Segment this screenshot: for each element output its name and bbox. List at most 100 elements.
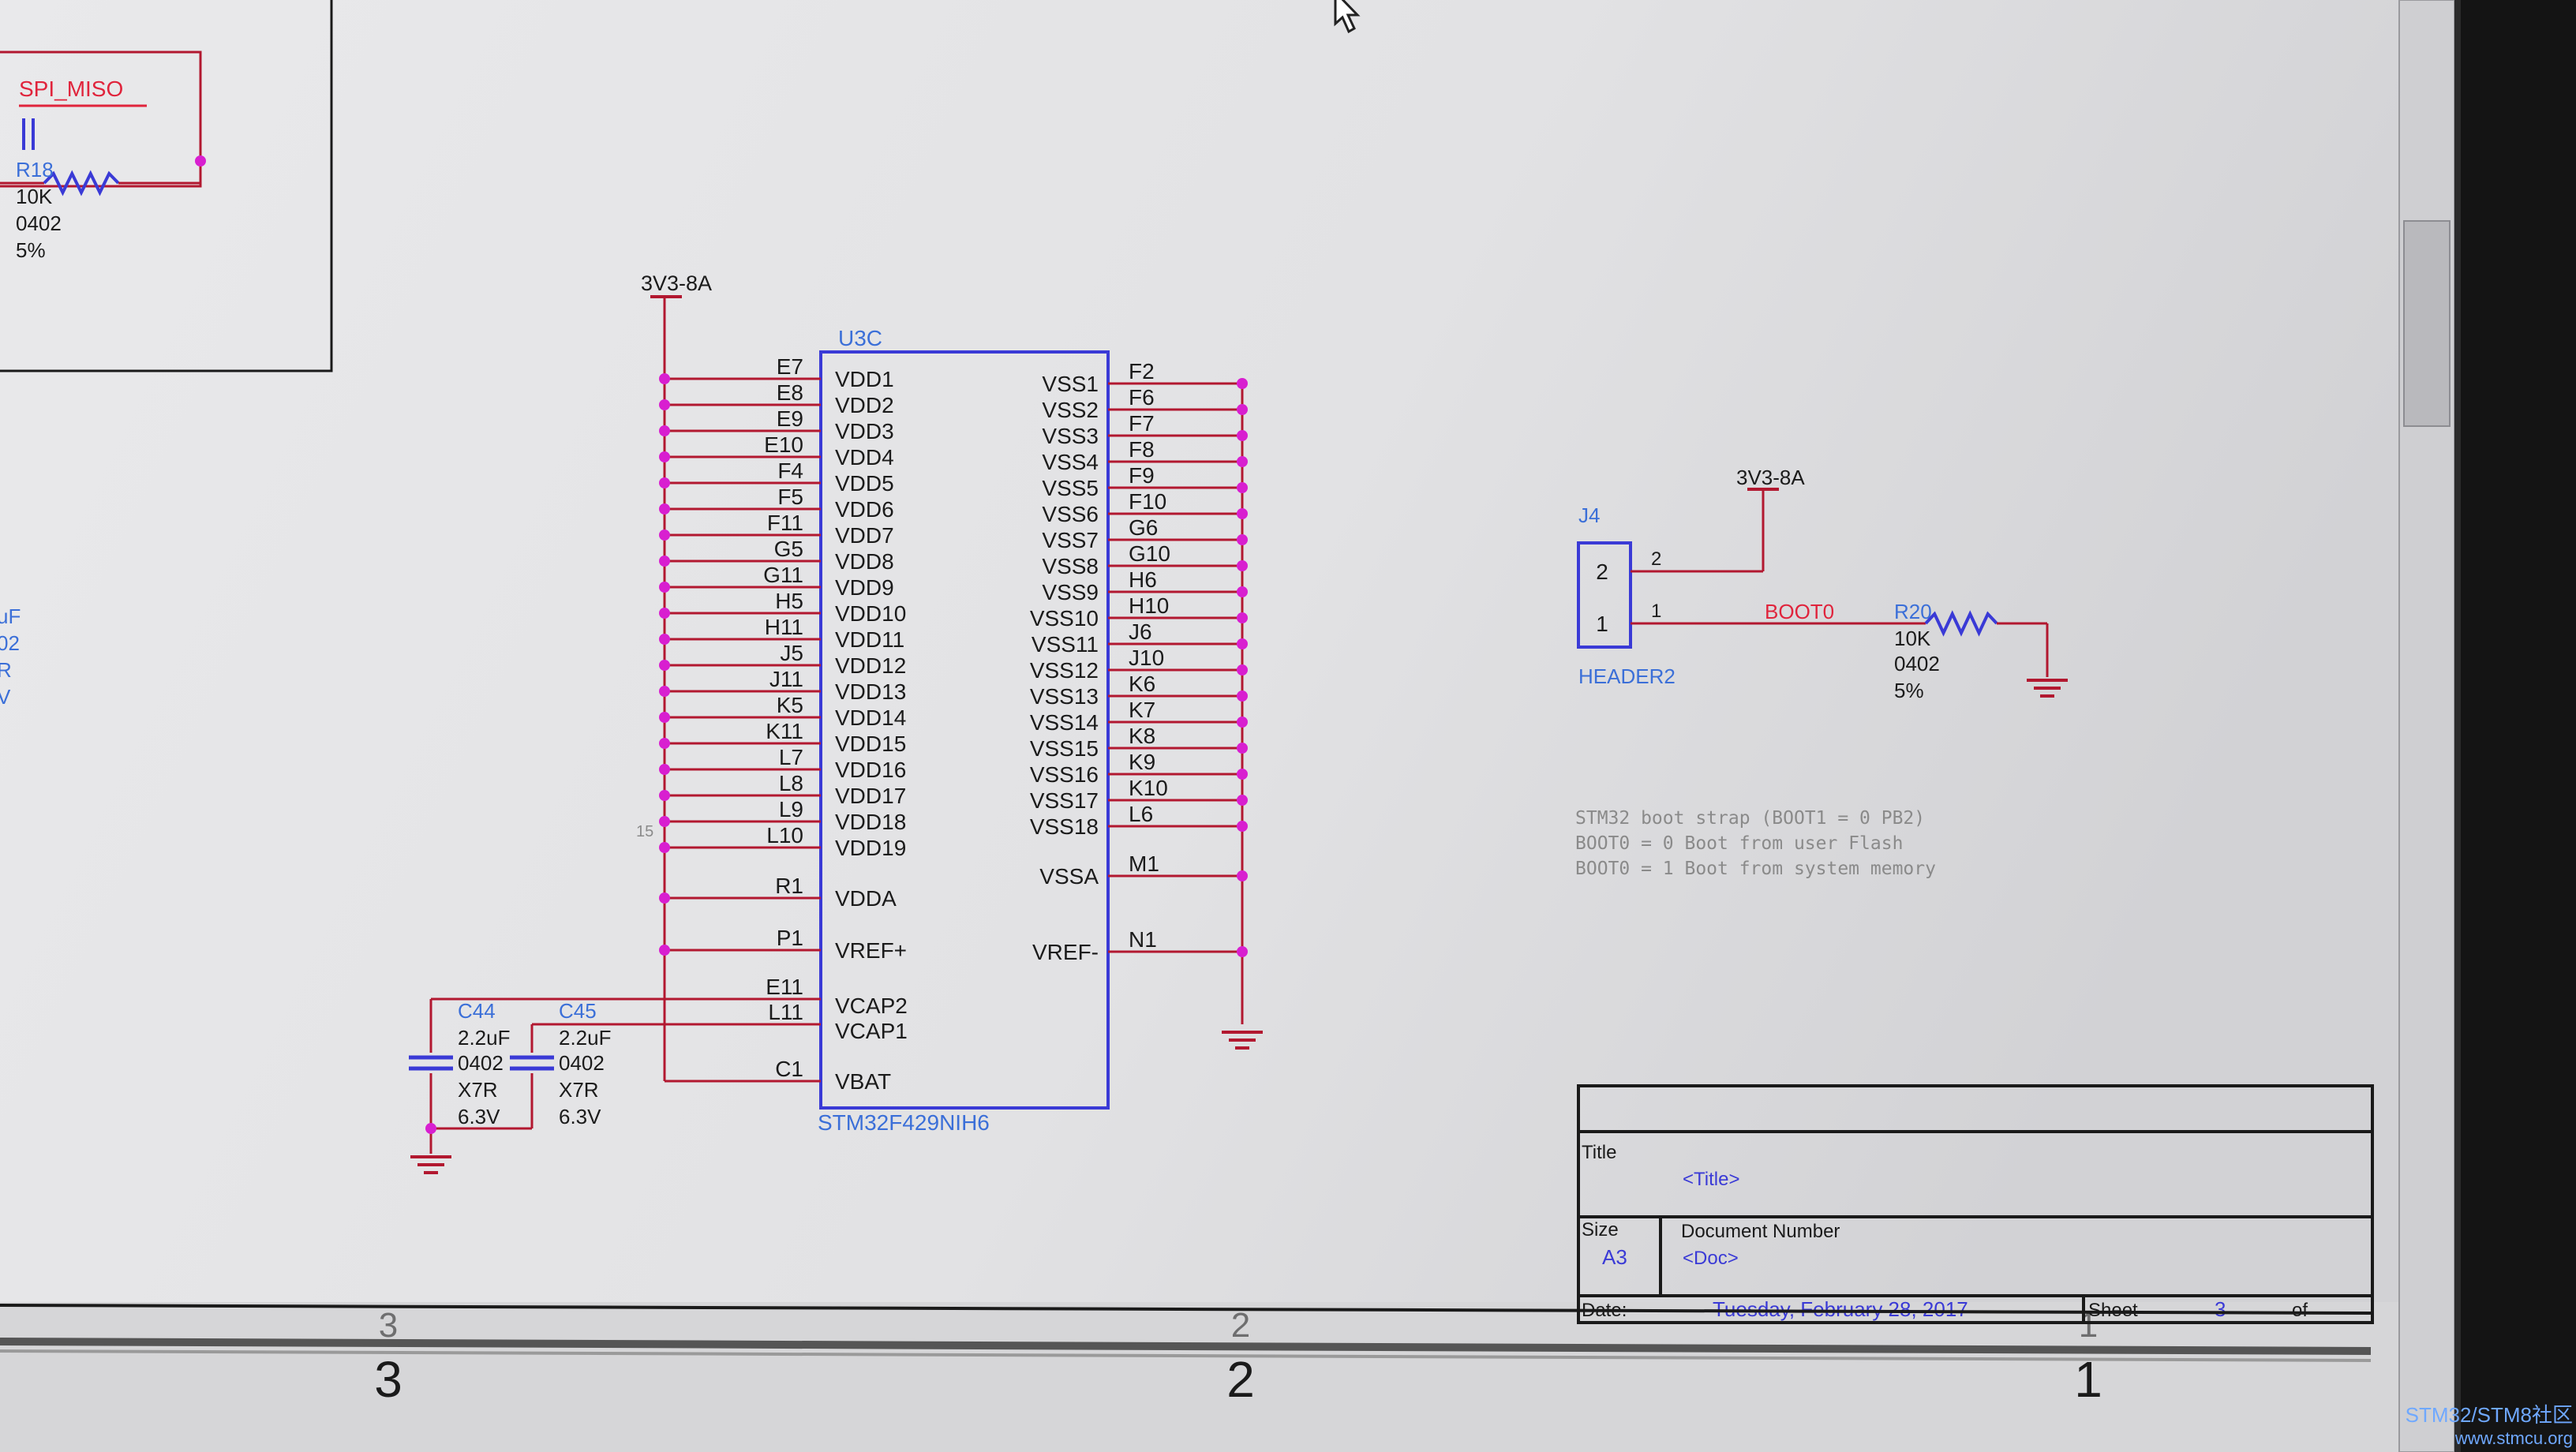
vrefm-pin-name: VREF- xyxy=(1032,940,1099,964)
vdd-pin-name: VDD11 xyxy=(835,627,904,652)
vdd-pin-junction xyxy=(659,582,670,593)
vdd-pin-junction xyxy=(659,425,670,436)
left-edge-fragment: R xyxy=(0,658,12,682)
net-label-spi-miso: SPI_MISO xyxy=(19,77,123,101)
vdd-pin-name: VDD15 xyxy=(835,732,906,756)
vdd-pin-ball: H5 xyxy=(775,589,803,613)
vss-pin-junction xyxy=(1237,404,1248,415)
vss-pin-name: VSS12 xyxy=(1030,658,1099,683)
left-edge-fragment: 02 xyxy=(0,631,20,655)
vdd-pin-junction xyxy=(659,556,670,567)
vdd-pin-ball: L9 xyxy=(779,797,803,821)
vdd-pin-name: VDD10 xyxy=(835,601,906,626)
vdd-pin-ball: L7 xyxy=(779,745,803,769)
zone-number-ghost: 3 xyxy=(379,1306,398,1345)
vss-pin-junction xyxy=(1237,586,1248,597)
vss-pin-name: VSS9 xyxy=(1042,580,1099,604)
r18-refdes: R18 xyxy=(16,158,54,182)
stray-pin-number: 15 xyxy=(636,823,653,840)
title-label: Title xyxy=(1582,1142,1616,1163)
vss-pin-name: VSS10 xyxy=(1030,606,1099,631)
zone-number-ghost: 2 xyxy=(1231,1306,1250,1345)
vdd-pin-ball: G11 xyxy=(763,563,803,587)
sheet-value: 3 xyxy=(2215,1297,2226,1321)
ic-part-number: STM32F429NIH6 xyxy=(818,1110,990,1135)
vcap2-name: VCAP2 xyxy=(835,994,908,1018)
vss-pin-junction xyxy=(1237,378,1248,389)
vdd-pin-name: VDD14 xyxy=(835,705,906,730)
vss-pin-junction xyxy=(1237,638,1248,649)
c44-refdes: C44 xyxy=(458,999,496,1023)
vss-pin-name: VSS11 xyxy=(1032,632,1099,657)
vrefm-pin-junction xyxy=(1237,946,1248,957)
vss-pin-junction xyxy=(1237,743,1248,754)
left-edge-fragment: uF xyxy=(0,604,21,628)
vdd-pin-name: VDD19 xyxy=(835,836,906,860)
vrefp-pin-name: VREF+ xyxy=(835,938,907,963)
vdd-pin-ball: K11 xyxy=(766,719,803,743)
vdd-pin-junction xyxy=(659,686,670,697)
vss-pin-name: VSS6 xyxy=(1042,502,1099,526)
vss-pin-junction xyxy=(1237,534,1248,545)
c44-value: 2.2uF xyxy=(458,1026,511,1050)
vdd-pin-ball: E10 xyxy=(764,432,803,457)
vss-pin-name: VSS16 xyxy=(1030,762,1099,787)
vdd-pin-name: VDD16 xyxy=(835,758,906,782)
vdd-pin-ball: E8 xyxy=(777,380,803,405)
vdd-pin-junction xyxy=(659,608,670,619)
vrefp-pin-ball: P1 xyxy=(777,926,803,950)
vdd-pin-junction xyxy=(659,764,670,775)
vss-pin-name: VSS2 xyxy=(1042,398,1099,422)
vdd-pin-ball: H11 xyxy=(765,615,803,639)
vbat-pin-name: VBAT xyxy=(835,1069,891,1094)
vdd-pin-name: VDD2 xyxy=(835,393,894,417)
vcap2-ball: E11 xyxy=(766,975,803,999)
scrollbar-track[interactable] xyxy=(2398,0,2455,1452)
boot-strap-note: BOOT0 = 0 Boot from user Flash xyxy=(1575,833,1903,854)
vdd-pin-junction xyxy=(659,399,670,410)
vss-pin-ball: H6 xyxy=(1129,567,1157,592)
r18-junction xyxy=(195,155,206,167)
j4-name: HEADER2 xyxy=(1578,664,1676,688)
r20-value: 10K xyxy=(1894,627,1931,650)
vss-pin-name: VSS7 xyxy=(1042,528,1099,552)
monitor-bezel xyxy=(2454,0,2576,1452)
vdd-pin-name: VDD17 xyxy=(835,784,906,808)
vss-pin-name: VSS5 xyxy=(1042,476,1099,500)
vdda-pin-ball: R1 xyxy=(775,874,803,898)
vss-pin-name: VSS1 xyxy=(1042,372,1099,396)
vss-pin-junction xyxy=(1237,690,1248,702)
vrefm-pin-ball: N1 xyxy=(1129,927,1157,952)
vss-pin-ball: G6 xyxy=(1129,515,1158,540)
cap-ground-junction xyxy=(425,1123,436,1134)
title-value: <Title> xyxy=(1683,1169,1739,1190)
vdd-pin-ball: F4 xyxy=(777,458,803,483)
vss-pin-junction xyxy=(1237,821,1248,832)
vss-pin-name: VSS4 xyxy=(1042,450,1099,474)
vss-pin-junction xyxy=(1237,456,1248,467)
size-value: A3 xyxy=(1602,1245,1627,1269)
c44-voltage: 6.3V xyxy=(458,1105,500,1128)
vrefp-pin-junction xyxy=(659,945,670,956)
ic-refdes: U3C xyxy=(838,326,882,350)
vss-pin-name: VSS3 xyxy=(1042,424,1099,448)
vdd-pin-ball: J11 xyxy=(769,667,803,691)
c45-value: 2.2uF xyxy=(559,1026,612,1050)
vdd-pin-ball: E9 xyxy=(777,406,803,431)
vdd-pin-junction xyxy=(659,660,670,671)
vss-pin-junction xyxy=(1237,717,1248,728)
vbat-pin-ball: C1 xyxy=(775,1057,803,1081)
vdd-pin-ball: L8 xyxy=(779,771,803,795)
j4-pin2-label: 2 xyxy=(1651,548,1661,570)
scrollbar-thumb[interactable] xyxy=(2403,220,2451,427)
left-edge-fragment: V xyxy=(0,685,11,709)
zone-number: 1 xyxy=(2074,1351,2102,1408)
vss-pin-ball: G10 xyxy=(1129,541,1170,566)
boot-strap-note: STM32 boot strap (BOOT1 = 0 PB2) xyxy=(1575,808,1925,829)
vdd-pin-junction xyxy=(659,842,670,853)
vss-pin-junction xyxy=(1237,482,1248,493)
net-label-boot0: BOOT0 xyxy=(1765,600,1834,623)
r20-tolerance: 5% xyxy=(1894,679,1924,702)
vdd-pin-junction xyxy=(659,451,670,462)
vcap1-name: VCAP1 xyxy=(835,1019,908,1043)
